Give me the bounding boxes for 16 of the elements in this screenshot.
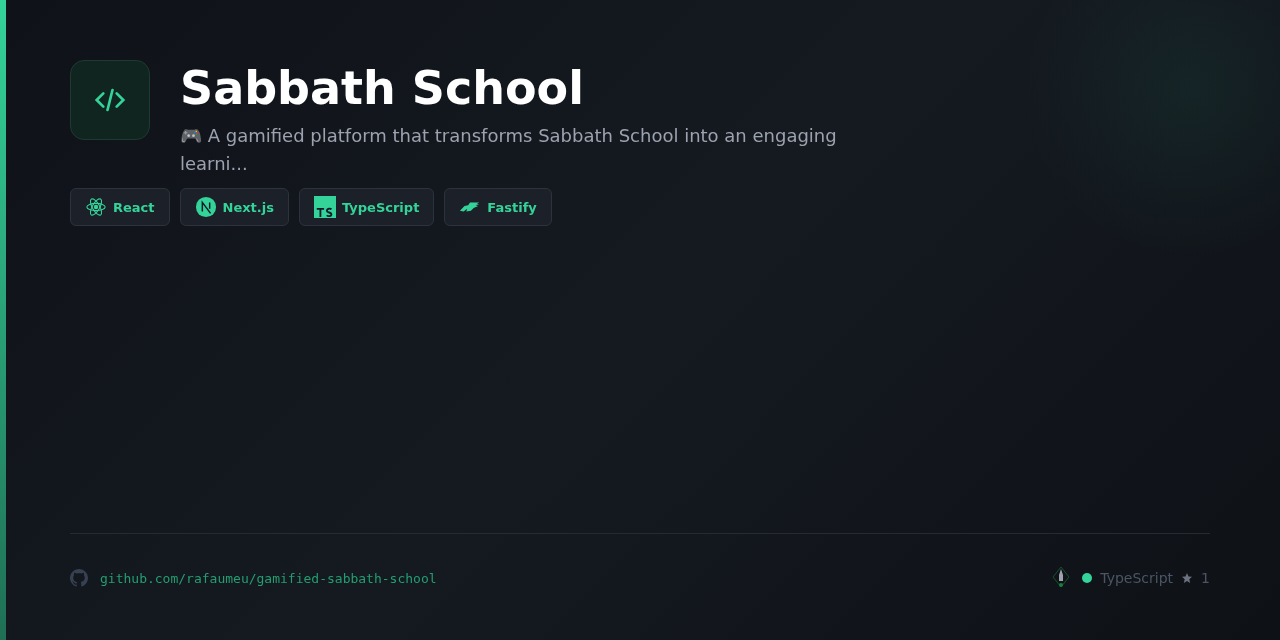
github-icon [70, 569, 88, 587]
star-icon [1181, 572, 1194, 584]
rocket-icon [1052, 566, 1071, 590]
atom-icon [85, 196, 107, 218]
ts-square-icon [313, 196, 336, 218]
project-title: Sabbath School [180, 60, 585, 116]
tech-badge: Fastify [444, 188, 552, 226]
tech-badge: Next.js [179, 188, 289, 226]
n-circle-icon [194, 196, 217, 218]
star-count: 1 [1201, 570, 1210, 586]
project-description: 🎮 A gamified platform that transforms Sabbath School into an engaging learni... [180, 124, 838, 176]
repository-link[interactable]: github.com/rafaumeu/gamified-sabbath-school [100, 570, 437, 586]
code-icon [70, 60, 150, 140]
tech-badge: React [70, 188, 170, 226]
language-label: TypeScript [1100, 570, 1174, 586]
tech-badge: TypeScript [298, 188, 435, 226]
